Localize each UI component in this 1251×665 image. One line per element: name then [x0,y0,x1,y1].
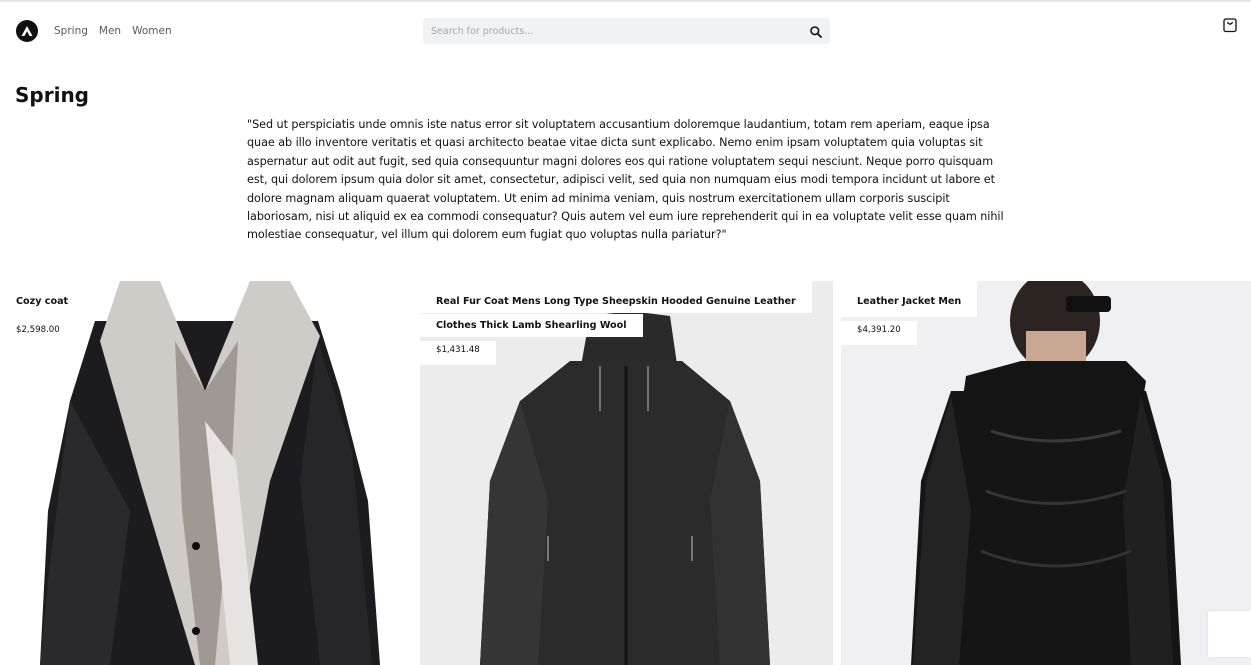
nav-women[interactable]: Women [132,25,172,37]
page-title: Spring [15,83,89,107]
search-bar [423,18,830,44]
product-grid: Cozy coat $2,598.00 Real Fur Coat Mens L… [0,281,1251,665]
search-input[interactable] [423,18,803,44]
nav-men[interactable]: Men [99,25,121,37]
product-price: $4,391.20 [841,321,917,345]
collection-description: "Sed ut perspiciatis unde omnis iste nat… [247,118,1004,242]
search-icon[interactable] [809,24,823,38]
product-card[interactable]: Leather Jacket Men $4,391.20 [841,281,1251,665]
main-nav: Spring Men Women [54,25,172,37]
product-label: Leather Jacket Men $4,391.20 [841,281,978,345]
triangle-logo-icon[interactable] [16,20,38,42]
floating-widget[interactable] [1208,611,1251,657]
product-card[interactable]: Cozy coat $2,598.00 [0,281,412,665]
product-name[interactable]: Cozy coat [0,281,85,317]
product-label: Real Fur Coat Mens Long Type Sheepskin H… [420,281,812,365]
nav-spring[interactable]: Spring [54,25,88,37]
product-name-line1[interactable]: Real Fur Coat Mens Long Type Sheepskin H… [420,281,812,313]
product-price: $2,598.00 [0,321,76,345]
product-name-line2[interactable]: Clothes Thick Lamb Shearling Wool [420,314,643,337]
product-label: Cozy coat $2,598.00 [0,281,85,345]
site-header: Spring Men Women [0,2,1251,60]
shopping-bag-icon[interactable] [1222,16,1238,33]
product-price: $1,431.48 [420,341,496,365]
product-card[interactable]: Real Fur Coat Mens Long Type Sheepskin H… [420,281,833,665]
product-name[interactable]: Leather Jacket Men [841,281,978,317]
